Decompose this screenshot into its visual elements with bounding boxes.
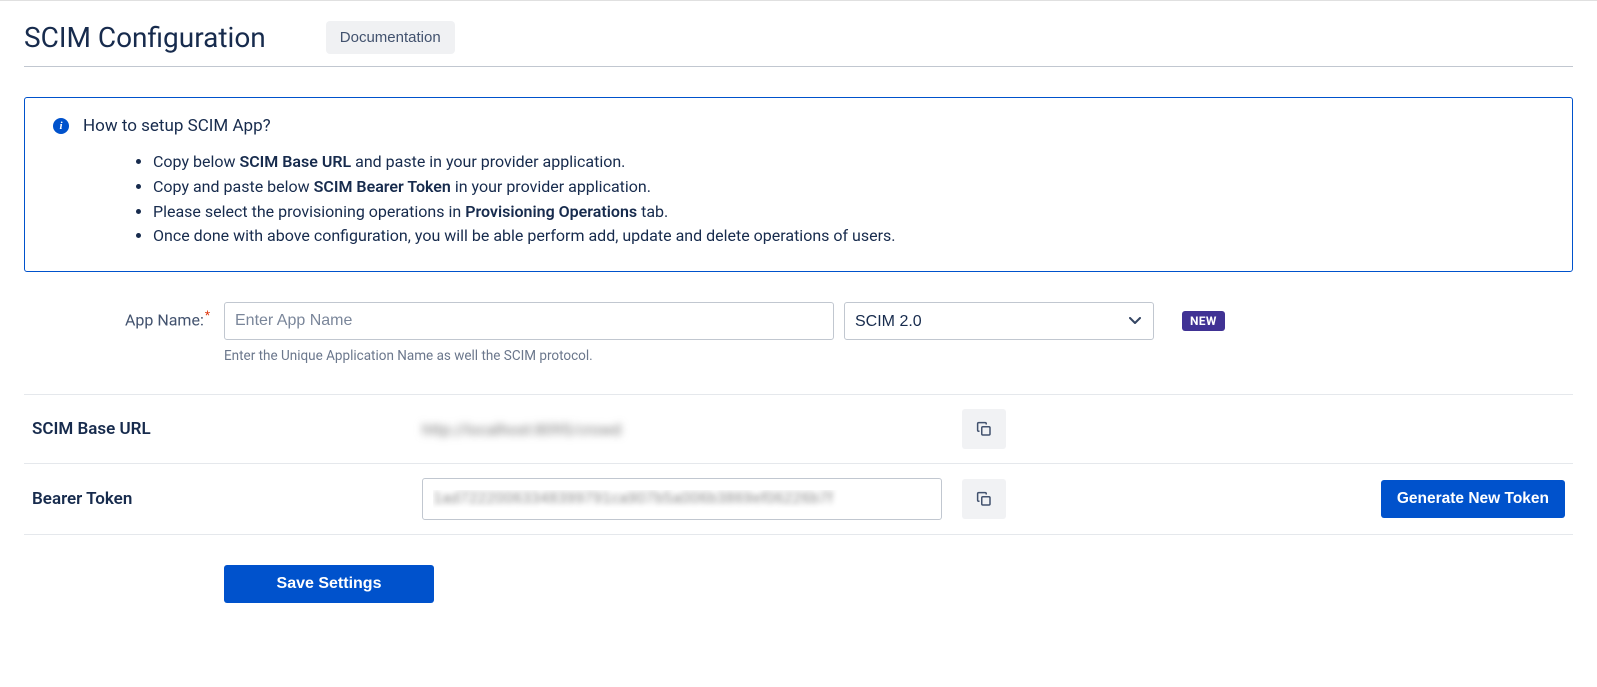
bearer-token-input[interactable] [422,478,942,520]
generate-new-token-button[interactable]: Generate New Token [1381,480,1565,518]
info-step: Copy below SCIM Base URL and paste in yo… [153,150,1544,175]
info-icon: i [53,118,69,134]
scim-base-url-label: SCIM Base URL [24,395,414,464]
info-steps-list: Copy below SCIM Base URL and paste in yo… [53,150,1544,249]
app-name-help-text: Enter the Unique Application Name as wel… [224,348,1573,364]
info-step: Please select the provisioning operation… [153,200,1544,225]
scim-base-url-value: http://localhost:8095/crowd [422,420,621,439]
save-settings-button[interactable]: Save Settings [224,565,434,603]
documentation-button[interactable]: Documentation [326,21,455,54]
copy-icon [975,490,993,508]
page-title: SCIM Configuration [24,21,266,54]
copy-base-url-button[interactable] [962,409,1006,449]
setup-info-panel: i How to setup SCIM App? Copy below SCIM… [24,97,1573,272]
copy-bearer-token-button[interactable] [962,479,1006,519]
info-step: Once done with above configuration, you … [153,224,1544,249]
app-name-label: App Name: [125,311,204,330]
copy-icon [975,420,993,438]
bearer-token-label: Bearer Token [24,464,414,535]
info-step: Copy and paste below SCIM Bearer Token i… [153,175,1544,200]
scim-protocol-select[interactable]: SCIM 2.0 [844,302,1154,340]
required-star-icon: * [205,308,210,322]
info-title: How to setup SCIM App? [83,116,271,136]
new-badge: NEW [1182,311,1225,331]
app-name-input[interactable] [224,302,834,340]
